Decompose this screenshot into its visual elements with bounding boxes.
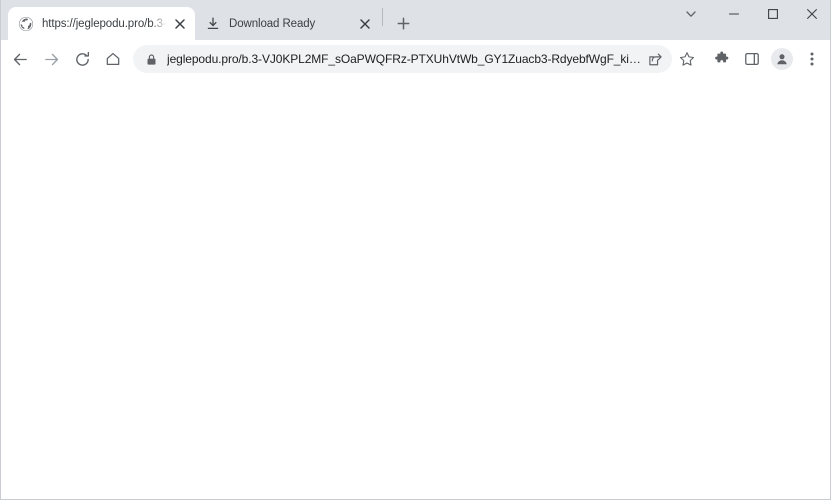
- plus-icon: [397, 17, 410, 30]
- extensions-button[interactable]: [709, 46, 735, 72]
- lock-icon[interactable]: [145, 53, 158, 66]
- forward-button[interactable]: [37, 45, 65, 73]
- arrow-left-icon: [12, 51, 29, 68]
- globe-icon: [18, 16, 34, 32]
- star-icon: [679, 51, 695, 67]
- side-panel-button[interactable]: [739, 46, 765, 72]
- chrome-menu-button[interactable]: [801, 46, 823, 72]
- tab-separator: [382, 7, 383, 26]
- tab-search-button[interactable]: [674, 0, 708, 28]
- chevron-down-icon: [685, 8, 697, 20]
- page-content: [0, 78, 831, 500]
- tab-close-button[interactable]: [356, 15, 374, 33]
- download-icon: [205, 16, 221, 32]
- tab-0[interactable]: https://jeglepodu.pro/b.3-VJ0KPL: [8, 7, 195, 40]
- toolbar: jeglepodu.pro/b.3-VJ0KPL2MF_sOaPWQFRz-PT…: [0, 40, 831, 78]
- reload-button[interactable]: [68, 45, 96, 73]
- tab-strip: https://jeglepodu.pro/b.3-VJ0KPL Downloa…: [0, 0, 831, 40]
- home-button[interactable]: [99, 45, 127, 73]
- tab-1[interactable]: Download Ready: [195, 7, 380, 40]
- avatar: [771, 48, 793, 70]
- browser-window: https://jeglepodu.pro/b.3-VJ0KPL Downloa…: [0, 0, 831, 500]
- new-tab-button[interactable]: [389, 9, 417, 37]
- arrow-right-icon: [43, 51, 60, 68]
- back-button[interactable]: [6, 45, 34, 73]
- url-text: jeglepodu.pro/b.3-VJ0KPL2MF_sOaPWQFRz-PT…: [167, 52, 642, 66]
- side-panel-icon: [744, 51, 760, 67]
- tab-title: https://jeglepodu.pro/b.3-VJ0KPL: [42, 17, 167, 30]
- tab-title: Download Ready: [229, 17, 316, 30]
- minimize-button[interactable]: [714, 0, 753, 28]
- reload-icon: [74, 51, 91, 68]
- address-bar[interactable]: jeglepodu.pro/b.3-VJ0KPL2MF_sOaPWQFRz-PT…: [133, 45, 672, 73]
- profile-button[interactable]: [769, 46, 795, 72]
- close-icon: [806, 8, 818, 20]
- home-icon: [105, 51, 121, 67]
- maximize-icon: [767, 8, 779, 20]
- maximize-button[interactable]: [753, 0, 792, 28]
- three-dots-icon: [810, 51, 814, 67]
- share-icon[interactable]: [644, 48, 666, 70]
- tab-close-button[interactable]: [171, 15, 189, 33]
- bookmark-button[interactable]: [674, 46, 700, 72]
- minimize-icon: [728, 8, 740, 20]
- tabs-area: https://jeglepodu.pro/b.3-VJ0KPL Downloa…: [0, 0, 674, 40]
- window-controls: [674, 0, 831, 40]
- close-button[interactable]: [792, 0, 831, 28]
- puzzle-icon: [714, 51, 730, 67]
